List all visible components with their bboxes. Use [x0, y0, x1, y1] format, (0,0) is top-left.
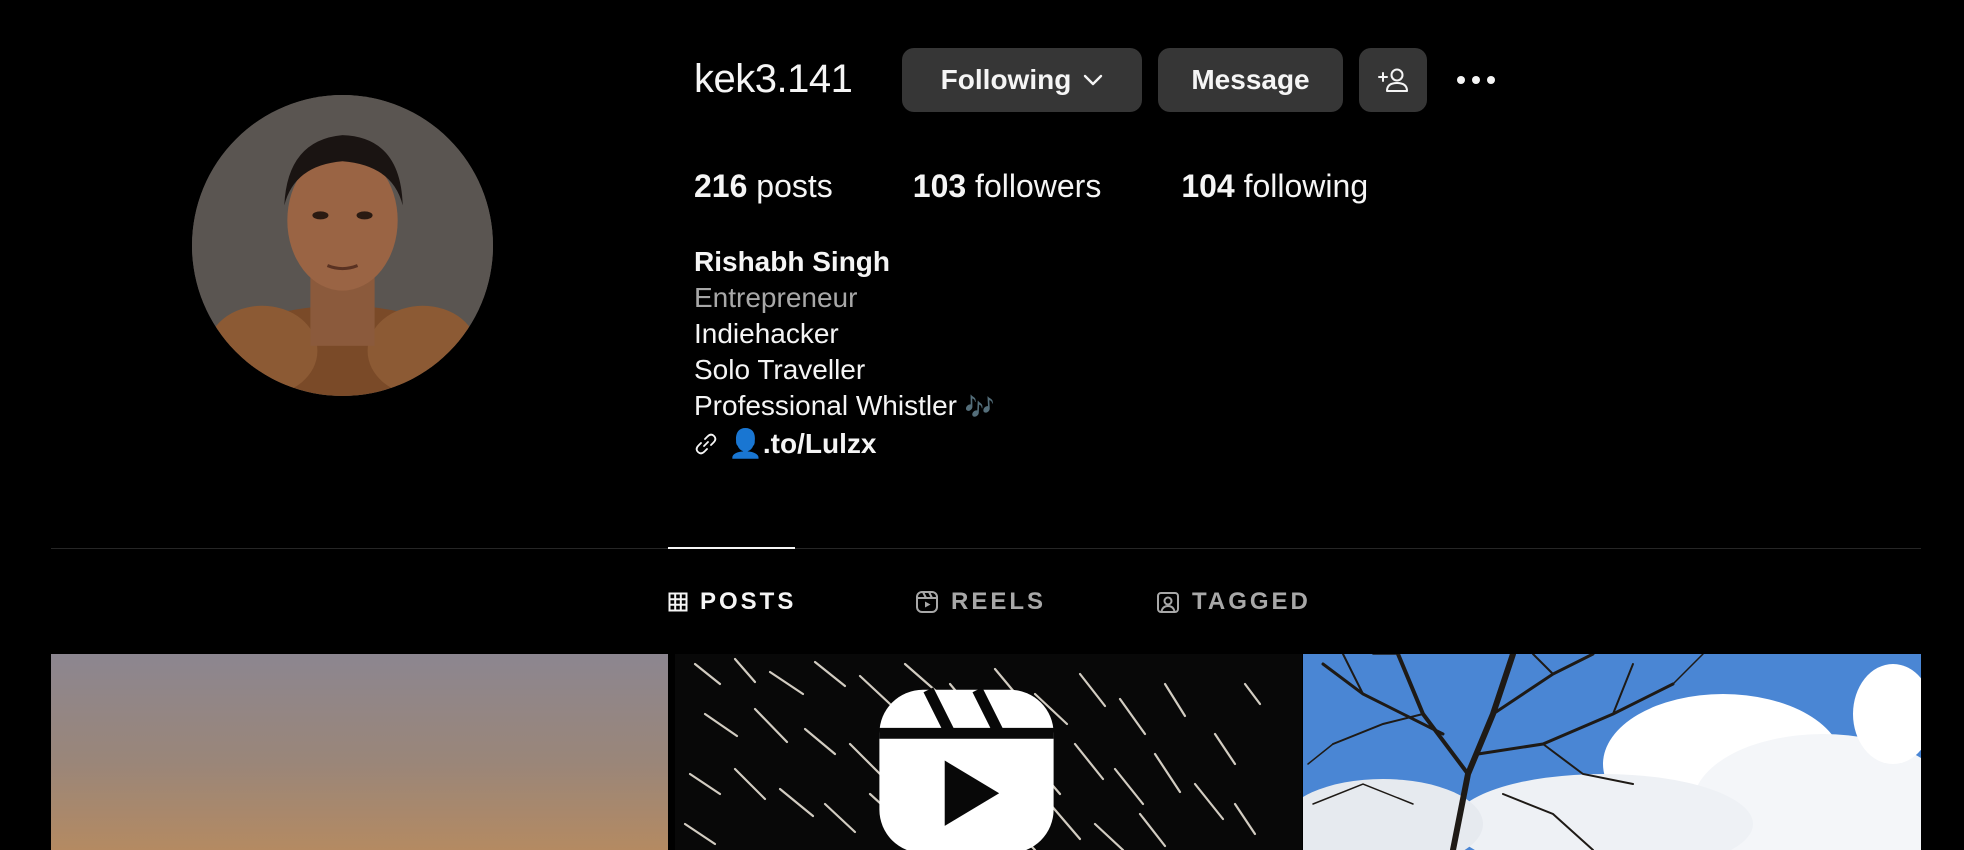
- active-tab-indicator: [668, 547, 795, 549]
- post-thumbnail[interactable]: [51, 654, 668, 850]
- following-label: following: [1243, 168, 1369, 204]
- tab-tagged[interactable]: TAGGED: [1156, 588, 1311, 616]
- post-thumbnail-reel[interactable]: [675, 654, 1302, 850]
- bio-link-url: .to/Lulzx: [762, 428, 877, 459]
- post-image-sky: [51, 654, 668, 850]
- posts-stat: 216 posts: [694, 166, 833, 206]
- dot: [1472, 76, 1480, 84]
- profile-username: kek3.141: [694, 57, 853, 101]
- bio-link[interactable]: 👤.to/Lulzx: [694, 426, 995, 462]
- posts-label: posts: [756, 168, 833, 204]
- tab-tagged-label: TAGGED: [1192, 588, 1311, 615]
- tab-posts-label: POSTS: [700, 588, 797, 615]
- suggest-users-button[interactable]: [1359, 48, 1427, 112]
- bio-line: Solo Traveller: [694, 354, 866, 385]
- tab-reels-label: REELS: [951, 588, 1047, 615]
- followers-count: 103: [912, 168, 967, 204]
- following-button[interactable]: Following: [902, 48, 1142, 112]
- message-button-label: Message: [1191, 64, 1310, 95]
- add-user-icon: [1378, 68, 1408, 92]
- post-image-tree: [1303, 654, 1921, 850]
- bio-line: Professional Whistler: [694, 390, 957, 421]
- following-count: 104: [1181, 168, 1235, 204]
- dot: [1487, 76, 1495, 84]
- tagged-icon: [1157, 592, 1179, 613]
- followers-stat[interactable]: 103 followers: [913, 166, 1102, 206]
- grid-icon: [668, 592, 688, 612]
- tab-posts[interactable]: POSTS: [668, 588, 796, 616]
- chevron-down-icon: [1084, 74, 1103, 86]
- avatar-image: [192, 95, 493, 396]
- bio-line-whistler: Professional Whistler 🎶: [694, 388, 995, 426]
- profile-full-name: Rishabh Singh: [694, 246, 890, 277]
- profile-category: Entrepreneur: [694, 282, 858, 313]
- following-stat[interactable]: 104 following: [1181, 166, 1368, 206]
- reel-badge-icon: [879, 687, 1054, 850]
- profile-avatar[interactable]: [192, 95, 493, 396]
- music-notes-emoji: 🎶: [964, 394, 995, 421]
- profile-bio: Rishabh Singh Entrepreneur Indiehacker S…: [694, 244, 995, 462]
- bio-link-text: 👤.to/Lulzx: [728, 426, 876, 462]
- dot: [1457, 76, 1465, 84]
- tabs-divider: [51, 548, 1921, 549]
- more-options-button[interactable]: [1448, 62, 1504, 98]
- posts-count: 216: [694, 168, 748, 204]
- followers-label: followers: [975, 168, 1102, 204]
- profile-stats: 216 posts 103 followers 104 following: [694, 166, 1448, 206]
- following-button-label: Following: [940, 64, 1072, 95]
- post-thumbnail[interactable]: [1303, 654, 1921, 850]
- person-emoji: 👤: [728, 428, 763, 459]
- bio-line: Indiehacker: [694, 318, 839, 349]
- link-icon: [695, 433, 717, 455]
- tab-reels[interactable]: REELS: [915, 588, 1046, 616]
- reels-icon: [916, 591, 938, 613]
- message-button[interactable]: Message: [1158, 48, 1343, 112]
